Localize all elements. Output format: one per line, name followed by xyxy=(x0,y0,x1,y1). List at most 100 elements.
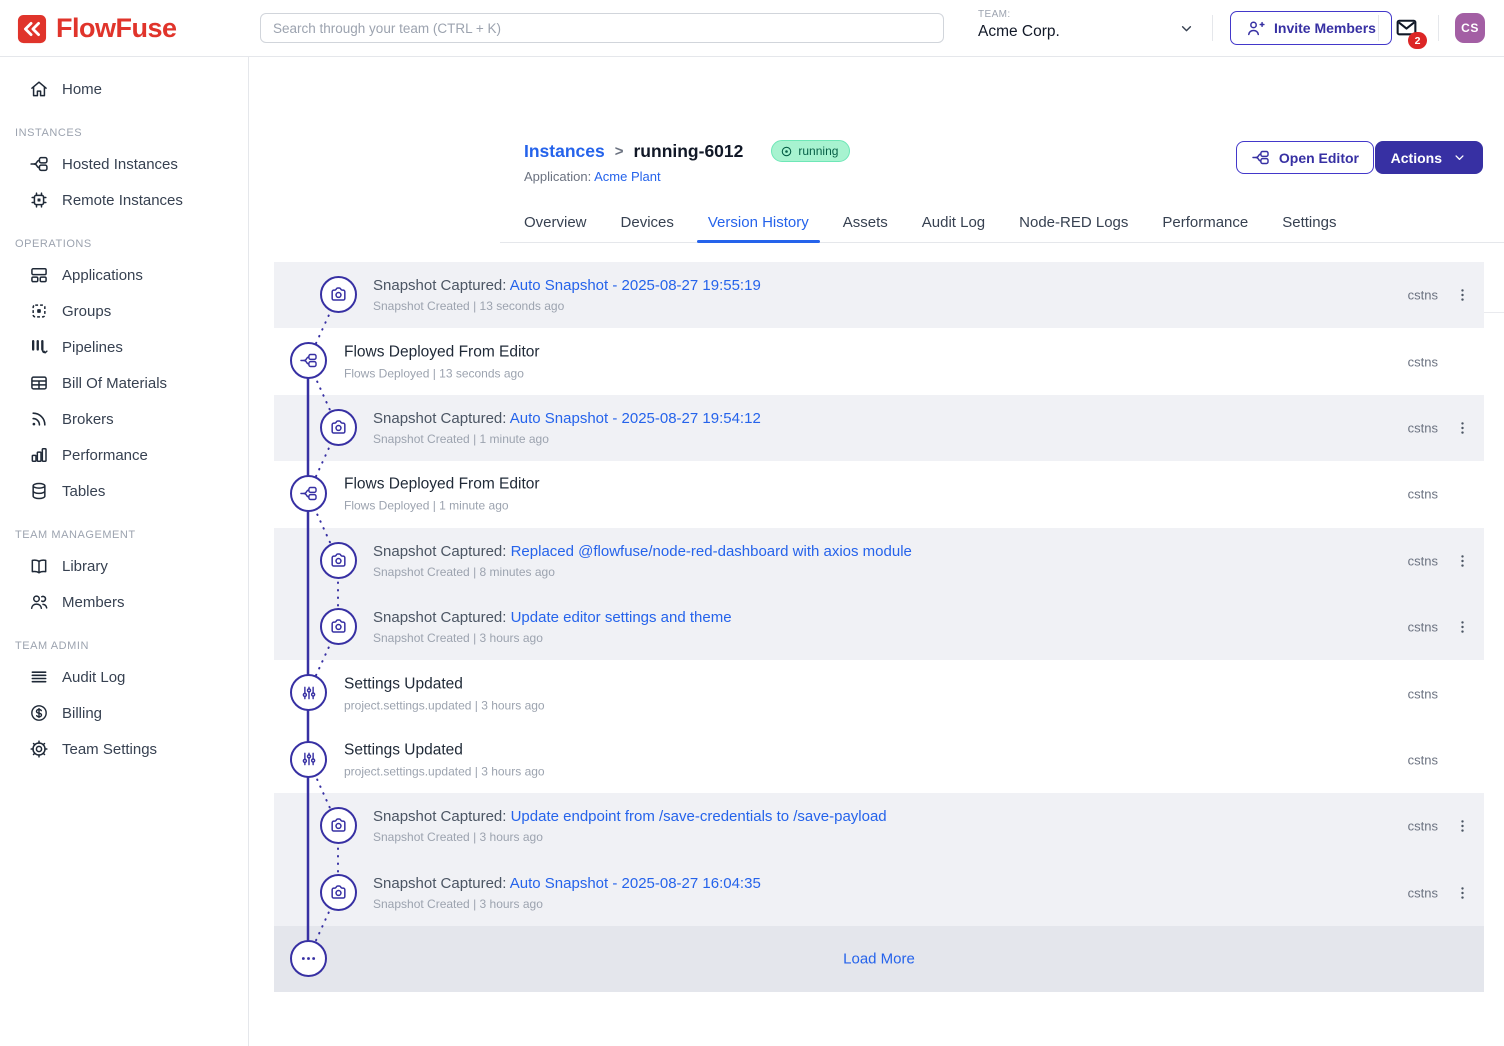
tab-devices[interactable]: Devices xyxy=(621,206,674,242)
timeline-meta: Snapshot Created | 13 seconds ago xyxy=(373,299,761,313)
timeline-row: Snapshot Captured: Update endpoint from … xyxy=(274,793,1484,859)
snapshot-link[interactable]: Replaced @flowfuse/node-red-dashboard wi… xyxy=(511,543,912,560)
kebab-menu-button[interactable] xyxy=(1451,548,1473,574)
snapshot-link[interactable]: Update endpoint from /save-credentials t… xyxy=(511,808,887,825)
home-icon xyxy=(29,79,49,99)
tables-icon xyxy=(29,481,49,501)
timeline-user: cstns xyxy=(1408,487,1438,502)
sidebar-item-applications[interactable]: Applications xyxy=(0,257,248,293)
timeline-user: cstns xyxy=(1408,885,1438,900)
timeline-row: Snapshot Captured: Replaced @flowfuse/no… xyxy=(274,528,1484,594)
timeline-user: cstns xyxy=(1408,354,1438,369)
sidebar-item-billing[interactable]: Billing xyxy=(0,695,248,731)
divider xyxy=(1212,15,1213,41)
hosted-instances-icon xyxy=(29,154,49,174)
tab-audit-log[interactable]: Audit Log xyxy=(922,206,985,242)
timeline-meta: Snapshot Created | 3 hours ago xyxy=(373,897,761,911)
tab-settings[interactable]: Settings xyxy=(1282,206,1336,242)
timeline-row: Snapshot Captured: Update editor setting… xyxy=(274,594,1484,660)
settings-updated-icon xyxy=(290,741,327,778)
search-input[interactable] xyxy=(260,13,944,43)
camera-icon xyxy=(320,807,357,844)
sidebar-item-hosted-instances[interactable]: Hosted Instances xyxy=(0,146,248,182)
notification-badge: 2 xyxy=(1408,32,1427,49)
snapshot-link[interactable]: Update editor settings and theme xyxy=(511,609,732,626)
billing-icon xyxy=(29,703,49,723)
status-badge: running xyxy=(771,140,850,162)
actions-button[interactable]: Actions xyxy=(1375,141,1483,174)
sidebar-item-pipelines[interactable]: Pipelines xyxy=(0,329,248,365)
chevron-down-icon[interactable] xyxy=(1178,20,1195,37)
camera-icon xyxy=(320,608,357,645)
sidebar-item-remote-instances[interactable]: Remote Instances xyxy=(0,182,248,218)
snapshot-link[interactable]: Auto Snapshot - 2025-08-27 19:54:12 xyxy=(510,410,761,427)
timeline-row: Settings Updated project.settings.update… xyxy=(274,660,1484,726)
application-label: Application: xyxy=(524,169,591,184)
timeline-row: Snapshot Captured: Auto Snapshot - 2025-… xyxy=(274,860,1484,926)
timeline-user: cstns xyxy=(1408,819,1438,834)
kebab-menu-button[interactable] xyxy=(1451,282,1473,308)
sidebar-item-home[interactable]: Home xyxy=(0,71,248,107)
kebab-menu-button[interactable] xyxy=(1451,614,1473,640)
members-icon xyxy=(29,592,49,612)
sidebar-section-team-admin: TEAM ADMIN xyxy=(0,640,248,652)
invite-members-label: Invite Members xyxy=(1274,20,1376,36)
sidebar-item-tables[interactable]: Tables xyxy=(0,473,248,509)
settings-updated-icon xyxy=(290,674,327,711)
team-selector[interactable]: TEAM: Acme Corp. xyxy=(978,9,1174,41)
sidebar-section-team-management: TEAM MANAGEMENT xyxy=(0,529,248,541)
sidebar: Home INSTANCES Hosted Instances Remote I… xyxy=(0,57,249,1046)
performance-icon xyxy=(29,445,49,465)
open-editor-button[interactable]: Open Editor xyxy=(1236,141,1374,174)
sidebar-item-audit-log[interactable]: Audit Log xyxy=(0,659,248,695)
sidebar-item-members[interactable]: Members xyxy=(0,584,248,620)
timeline-meta: Snapshot Created | 1 minute ago xyxy=(373,432,761,446)
invite-members-button[interactable]: Invite Members xyxy=(1230,11,1392,45)
snapshot-link[interactable]: Auto Snapshot - 2025-08-27 19:55:19 xyxy=(510,277,761,294)
deploy-icon xyxy=(290,475,327,512)
breadcrumb-instances-link[interactable]: Instances xyxy=(524,141,605,162)
sidebar-item-library[interactable]: Library xyxy=(0,548,248,584)
kebab-menu-button[interactable] xyxy=(1451,880,1473,906)
sidebar-section-operations: OPERATIONS xyxy=(0,238,248,250)
remote-instances-icon xyxy=(29,190,49,210)
tab-node-red-logs[interactable]: Node-RED Logs xyxy=(1019,206,1128,242)
camera-icon xyxy=(320,276,357,313)
kebab-menu-button[interactable] xyxy=(1451,813,1473,839)
divider xyxy=(1438,15,1439,41)
sidebar-item-groups[interactable]: Groups xyxy=(0,293,248,329)
sidebar-item-performance[interactable]: Performance xyxy=(0,437,248,473)
timeline-row: Flows Deployed From Editor Flows Deploye… xyxy=(274,328,1484,394)
brand-wordmark: FlowFuse xyxy=(56,13,177,44)
deploy-icon xyxy=(290,342,327,379)
avatar[interactable]: CS xyxy=(1455,13,1485,43)
flowfuse-logo[interactable]: FlowFuse xyxy=(17,13,177,44)
team-settings-icon xyxy=(29,739,49,759)
timeline-user: cstns xyxy=(1408,288,1438,303)
snapshot-link[interactable]: Auto Snapshot - 2025-08-27 16:04:35 xyxy=(510,875,761,892)
tab-overview[interactable]: Overview xyxy=(524,206,587,242)
tab-assets[interactable]: Assets xyxy=(843,206,888,242)
tab-bar: Overview Devices Version History Assets … xyxy=(500,206,1504,243)
sidebar-item-team-settings[interactable]: Team Settings xyxy=(0,731,248,767)
sidebar-section-instances: INSTANCES xyxy=(0,127,248,139)
notifications-button[interactable]: 2 xyxy=(1393,15,1433,49)
timeline-meta: Snapshot Created | 3 hours ago xyxy=(373,830,887,844)
sidebar-item-brokers[interactable]: Brokers xyxy=(0,401,248,437)
load-more-button[interactable]: Load More xyxy=(274,950,1484,967)
flowfuse-logo-icon xyxy=(17,14,47,44)
application-link[interactable]: Acme Plant xyxy=(594,169,660,184)
sidebar-item-bill-of-materials[interactable]: Bill Of Materials xyxy=(0,365,248,401)
timeline-user: cstns xyxy=(1408,553,1438,568)
chevron-down-icon xyxy=(1452,150,1467,165)
breadcrumb: Instances > running-6012 running xyxy=(524,140,850,162)
timeline-row: Settings Updated project.settings.update… xyxy=(274,727,1484,793)
team-label: TEAM: xyxy=(978,9,1174,20)
camera-icon xyxy=(320,542,357,579)
tab-performance[interactable]: Performance xyxy=(1162,206,1248,242)
audit-log-icon xyxy=(29,667,49,687)
kebab-menu-button[interactable] xyxy=(1451,415,1473,441)
running-status-icon xyxy=(780,145,793,158)
team-name: Acme Corp. xyxy=(978,23,1174,41)
tab-version-history[interactable]: Version History xyxy=(708,206,809,242)
